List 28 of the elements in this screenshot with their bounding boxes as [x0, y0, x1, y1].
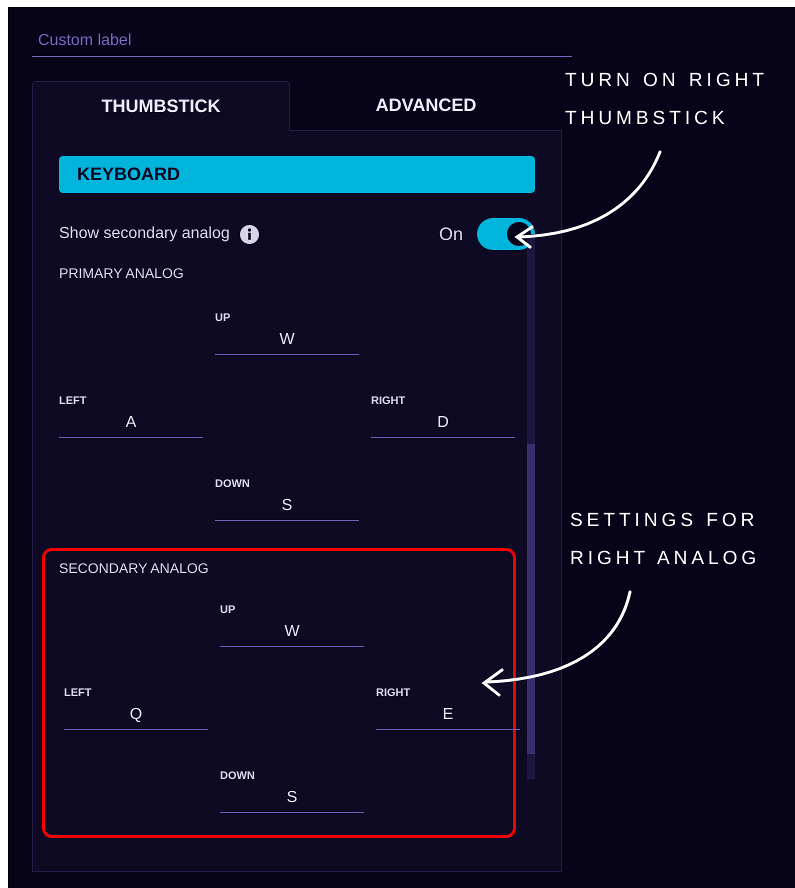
key-field[interactable]: S [220, 784, 364, 813]
section-title: PRIMARY ANALOG [59, 265, 184, 281]
direction-label: DOWN [215, 478, 250, 490]
key-field[interactable]: S [215, 492, 359, 521]
annotation-text: SETTINGS FOR RIGHT ANALOG [570, 509, 762, 571]
toggle-label: Show secondary analog [59, 225, 230, 243]
tab[interactable]: THUMBSTICK [32, 81, 290, 131]
direction-label: RIGHT [376, 687, 410, 699]
direction-label: RIGHT [371, 395, 406, 407]
direction-label: LEFT [59, 395, 86, 407]
direction-label: LEFT [64, 687, 92, 699]
key-field[interactable]: W [215, 326, 359, 355]
key-field[interactable]: D [371, 409, 515, 438]
input-type-bar[interactable]: KEYBOARD [59, 156, 535, 193]
key-field[interactable]: E [376, 701, 520, 730]
key-field[interactable]: A [59, 409, 203, 438]
direction-label: DOWN [220, 770, 255, 782]
direction-label: UP [215, 312, 230, 324]
direction-label: UP [220, 604, 236, 616]
annotation-text: TURN ON RIGHT THUMBSTICK [565, 69, 768, 131]
custom-label-field[interactable]: Custom label [32, 30, 572, 57]
section-title: SECONDARY ANALOG [59, 560, 209, 576]
toggle-state-text: On [438, 224, 463, 244]
key-field[interactable]: W [220, 618, 364, 647]
scrollbar-thumb[interactable] [527, 444, 535, 754]
info-icon[interactable] [240, 224, 259, 244]
key-field[interactable]: Q [64, 701, 208, 730]
scrollbar-track[interactable] [527, 234, 535, 779]
